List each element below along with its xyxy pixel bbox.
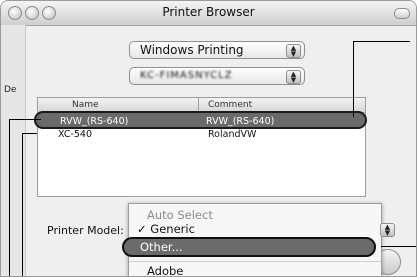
menu-item-auto-select: Auto Select — [147, 208, 213, 222]
title-bar: Printer Browser — [1, 1, 416, 26]
callout-line — [353, 41, 410, 42]
table-row-selected[interactable]: RVW_(RS-640) RVW_(RS-640) — [34, 111, 367, 129]
callout-line — [22, 133, 37, 134]
popup-arrows-icon[interactable]: ▲ ▼ — [380, 223, 395, 237]
menu-item-other-label: Other... — [140, 240, 183, 254]
toolbar-partial-label: De — [4, 85, 17, 95]
column-header-comment[interactable]: Comment — [208, 100, 252, 110]
row-name: XC-540 — [58, 129, 93, 140]
callout-line — [22, 133, 23, 276]
row-name: RVW_(RS-640) — [60, 116, 129, 127]
table-row[interactable]: XC-540 RolandVW — [38, 128, 365, 146]
callout-line — [9, 119, 10, 276]
callout-line — [353, 41, 354, 117]
menu-item-adobe[interactable]: Adobe — [147, 264, 183, 276]
menu-item-generic[interactable]: ✓ Generic — [137, 222, 195, 236]
printer-model-label: Printer Model: — [47, 224, 124, 237]
printer-browser-window: Printer Browser De Windows Printing ▲ ▼ K… — [0, 0, 417, 277]
row-comment: RolandVW — [208, 129, 257, 140]
popup-arrows-icon: ▲ ▼ — [286, 70, 301, 84]
window-title: Printer Browser — [162, 5, 255, 19]
menu-separator — [129, 261, 381, 262]
printer-model-menu[interactable]: Auto Select ✓ Generic Other... Adobe — [122, 203, 382, 276]
printer-list[interactable]: Name Comment RVW_(RS-640) RVW_(RS-640) X… — [34, 97, 367, 197]
popup-arrows-icon: ▲ ▼ — [286, 44, 301, 58]
row-comment: RVW_(RS-640) — [206, 116, 275, 127]
menu-item-other[interactable]: Other... — [122, 237, 376, 257]
column-header-name[interactable]: Name — [72, 100, 99, 110]
workgroup-value: KC-FIMASNYCLZ — [140, 70, 233, 81]
callout-line — [9, 119, 41, 120]
column-separator — [198, 98, 199, 112]
callout-line — [381, 246, 416, 247]
connection-type-value: Windows Printing — [140, 43, 244, 57]
workgroup-popup[interactable]: KC-FIMASNYCLZ ▲ ▼ — [129, 67, 305, 85]
toolbar-pill[interactable] — [394, 8, 410, 19]
connection-type-popup[interactable]: Windows Printing ▲ ▼ — [129, 41, 305, 59]
